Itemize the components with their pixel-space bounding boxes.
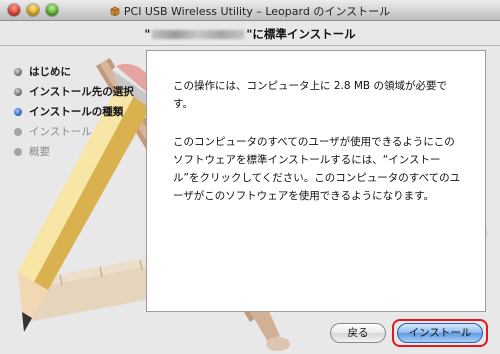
step-bullet-icon	[14, 128, 22, 136]
install-description-text: このコンピュータのすべてのユーザが使用できるようにこのソフトウェアを標準インスト…	[173, 136, 461, 202]
package-icon	[110, 6, 120, 16]
back-button[interactable]: 戻る	[330, 323, 386, 343]
title-bar[interactable]: PCI USB Wireless Utility – Leopard のインスト…	[0, 0, 500, 21]
step-label: インストールの種類	[29, 106, 124, 118]
step-bullet-icon	[14, 68, 22, 76]
space-required-text: この操作には、コンピュータ上に 2.8 MB の領域が必要です。	[173, 80, 447, 110]
page-title-suffix: "に標準インストール	[246, 27, 356, 41]
window-title: PCI USB Wireless Utility – Leopard のインスト…	[123, 5, 391, 18]
content-panel: この操作には、コンピュータ上に 2.8 MB の領域が必要です。 このコンピュー…	[146, 50, 486, 312]
page-title-prefix: "	[144, 27, 151, 41]
window-title-wrap: PCI USB Wireless Utility – Leopard のインスト…	[0, 3, 500, 19]
page-title: " "に標準インストール	[0, 26, 500, 42]
step-bullet-icon	[14, 88, 22, 96]
install-button-highlight	[392, 319, 488, 347]
redacted-product-name	[152, 30, 245, 39]
step-label: はじめに	[29, 66, 71, 78]
step-label: 概要	[29, 146, 50, 158]
step-bullet-icon	[14, 108, 22, 116]
step-bullet-icon	[14, 148, 22, 156]
installer-window: PCI USB Wireless Utility – Leopard のインスト…	[0, 0, 500, 354]
step-label: インストール	[29, 126, 92, 138]
step-label: インストール先の選択	[29, 86, 134, 98]
